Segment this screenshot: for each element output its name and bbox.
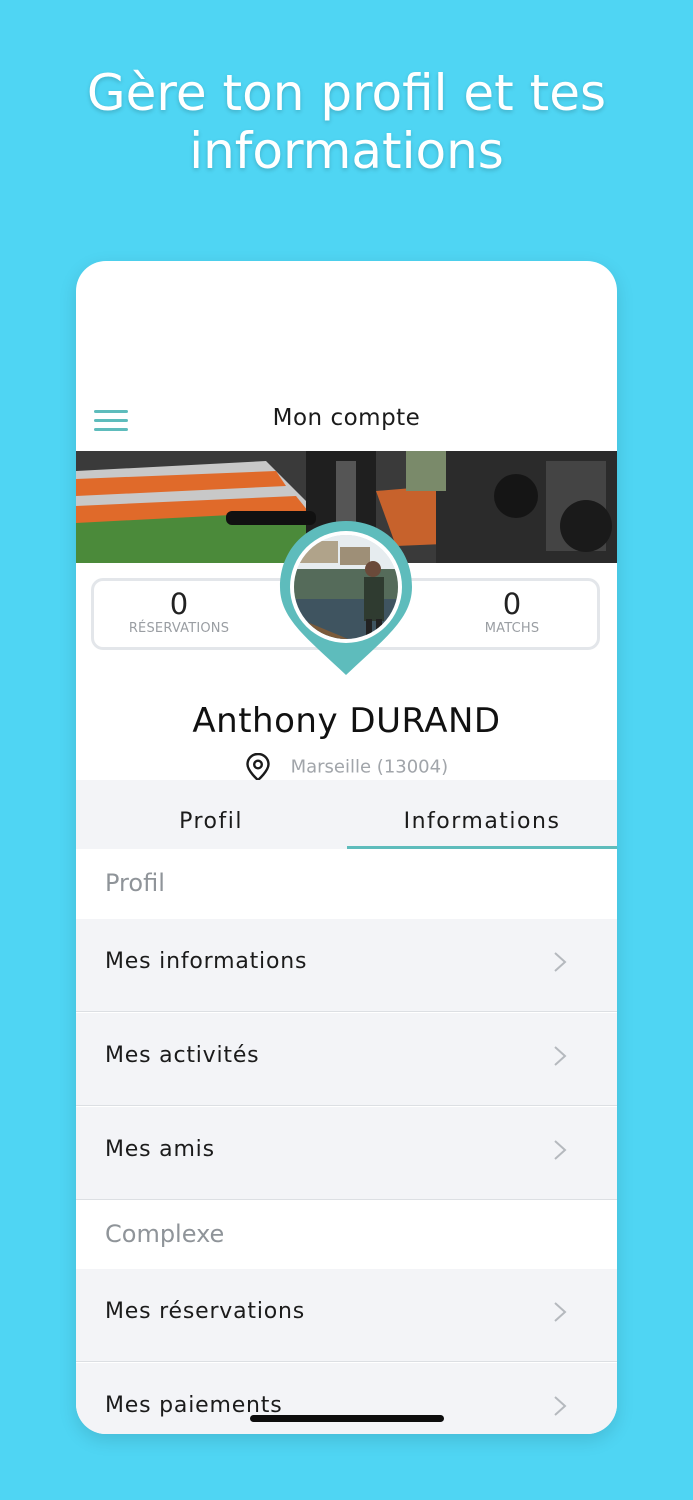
- phone-screen: Mon compte 0 RÉSERVATIONS 0 MATCHS Antho…: [76, 261, 617, 1434]
- list-item-label: Mes réservations: [105, 1299, 306, 1324]
- promo-headline: Gère ton profil et tes informations: [0, 64, 693, 180]
- matchs-label: MATCHS: [484, 621, 540, 636]
- tab-profil[interactable]: Profil: [76, 780, 346, 849]
- location-text: Marseille (13004): [290, 756, 449, 778]
- section-header-profil: Profil: [76, 849, 617, 919]
- reservations-stat[interactable]: 0 RÉSERVATIONS: [94, 587, 264, 636]
- list-item-mes-informations[interactable]: Mes informations: [76, 919, 617, 1012]
- page-title: Mon compte: [272, 405, 421, 431]
- list-item-mes-paiements[interactable]: Mes paiements: [76, 1363, 617, 1434]
- location-pin-icon: [246, 753, 270, 781]
- headline-line-1: Gère ton profil et tes: [86, 64, 607, 122]
- matchs-stat[interactable]: 0 MATCHS: [427, 587, 597, 636]
- list-item-label: Mes amis: [105, 1137, 215, 1162]
- chevron-right-icon: [554, 1046, 567, 1066]
- app-bar: Mon compte: [76, 391, 617, 449]
- list-item-mes-amis[interactable]: Mes amis: [76, 1107, 617, 1200]
- list-item-mes-activites[interactable]: Mes activités: [76, 1013, 617, 1106]
- chevron-right-icon: [554, 952, 567, 972]
- chevron-right-icon: [554, 1396, 567, 1416]
- matchs-count: 0: [502, 587, 522, 621]
- list-item-label: Mes informations: [105, 949, 308, 974]
- section-header-complexe: Complexe: [76, 1200, 617, 1270]
- home-indicator[interactable]: [250, 1415, 444, 1422]
- list-item-label: Mes activités: [105, 1043, 260, 1068]
- tab-informations[interactable]: Informations: [347, 780, 617, 849]
- list-item-mes-reservations[interactable]: Mes réservations: [76, 1269, 617, 1362]
- avatar[interactable]: [278, 519, 414, 679]
- reservations-label: RÉSERVATIONS: [128, 621, 230, 636]
- reservations-count: 0: [169, 587, 189, 621]
- chevron-right-icon: [554, 1140, 567, 1160]
- user-name: Anthony DURAND: [192, 701, 501, 741]
- headline-line-2: informations: [189, 122, 504, 180]
- profile-tabs: Profil Informations: [76, 780, 617, 849]
- user-location: Marseille (13004): [76, 753, 617, 781]
- chevron-right-icon: [554, 1302, 567, 1322]
